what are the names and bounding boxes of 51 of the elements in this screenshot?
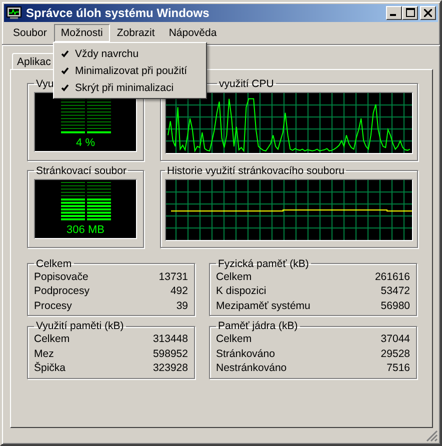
stat-value: 261616 (374, 270, 410, 284)
resize-grip-icon (426, 430, 438, 442)
close-button[interactable] (420, 6, 436, 20)
stat-value: 492 (170, 284, 188, 299)
stat-value: 37044 (380, 332, 410, 347)
stat-label: Stránkováno (216, 346, 275, 362)
stat-label: Procesy (34, 298, 72, 314)
meter-reading: 4 % (76, 136, 95, 149)
menu-item[interactable]: Nápověda (162, 24, 224, 42)
window-title: Správce úloh systému Windows (26, 6, 210, 20)
stat-label: Mez (34, 346, 54, 362)
group-label: Historie využití stránkovacího souboru (166, 164, 346, 177)
stat-label: Celkem (216, 332, 252, 347)
stat-value: 53472 (380, 284, 410, 299)
stat-label: Špička (34, 361, 66, 376)
stat-label: Podprocesy (34, 284, 90, 299)
maximize-icon (406, 8, 414, 18)
stat-value: 7516 (386, 361, 410, 376)
stat-label: Nestránkováno (216, 361, 287, 376)
option-label: Vždy navrchu (75, 48, 139, 60)
monitor-icon (6, 6, 22, 20)
menu-option[interactable]: Skrýt při minimalizaci (54, 79, 206, 96)
minimize-button[interactable] (386, 6, 402, 20)
stat-label: Celkem (216, 270, 252, 284)
group-label: Stránkovací soubor (35, 164, 128, 177)
group-label: Fyzická paměť (kB) (217, 258, 310, 270)
group-label: Vyu (35, 78, 55, 90)
maximize-button[interactable] (402, 6, 418, 20)
menu-item[interactable]: Soubor (6, 24, 54, 42)
stat-label: K dispozici (216, 284, 266, 299)
group-label: využití CPU (218, 78, 275, 90)
stat-label: Celkem (34, 332, 70, 347)
stat-value: 323928 (152, 361, 188, 376)
stat-value: 29528 (380, 346, 410, 362)
stat-value: 56980 (380, 298, 410, 314)
group-label: Celkem (35, 258, 73, 270)
menu-item[interactable]: Možnosti (54, 24, 110, 42)
group-label: Paměť jádra (kB) (217, 320, 299, 332)
stat-label: Mezipaměť systému (216, 298, 310, 314)
minimize-icon (390, 14, 396, 16)
stat-value: 39 (176, 298, 188, 314)
option-label: Minimalizovat při použití (75, 64, 188, 76)
stat-value: 313448 (152, 332, 188, 347)
stat-label: Popisovače (34, 270, 88, 284)
option-label: Skrýt při minimalizaci (75, 82, 174, 94)
stat-value: 598952 (152, 346, 188, 362)
meter-reading: 306 MB (66, 224, 104, 236)
group-label: Využití paměti (kB) (35, 320, 125, 332)
close-icon (424, 8, 432, 17)
menu-item[interactable]: Zobrazit (110, 24, 162, 42)
stat-value: 13731 (158, 270, 188, 284)
